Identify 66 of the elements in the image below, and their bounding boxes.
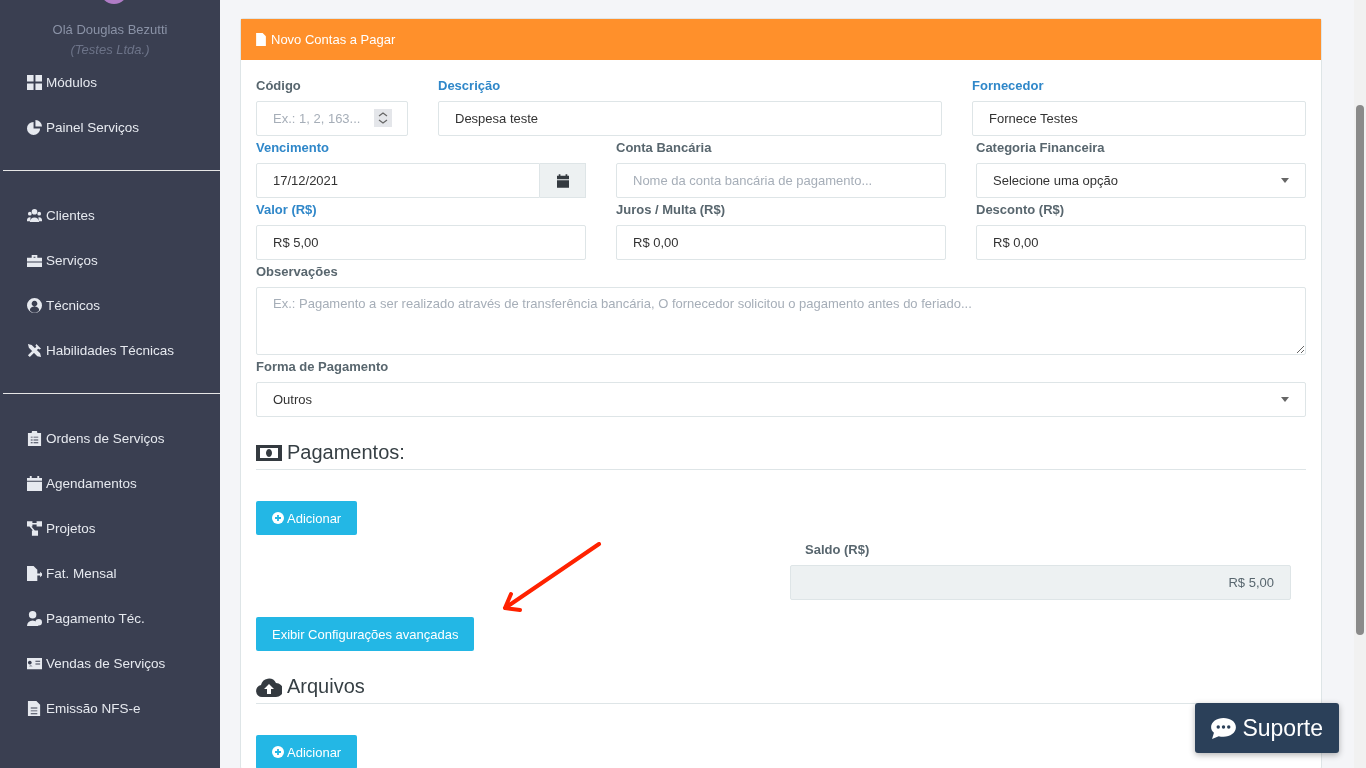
nav-item[interactable]: Painel Serviços [27,105,140,150]
clipboard-icon [27,431,42,446]
field-label: Categoria Financeira [976,140,1106,156]
plus-circle-icon [272,512,284,524]
nav-item[interactable]: Técnicos [27,283,101,328]
nav-item[interactable]: Habilidades Técnicas [27,328,175,373]
cloud-upload-icon [256,676,282,697]
file-export-icon [27,566,42,581]
nav-item[interactable]: Clientes [27,193,95,238]
field-label: Conta Bancária [616,140,713,156]
text-field[interactable]: R$ 0,00 [976,225,1306,260]
user-clock-icon [27,611,42,626]
support-button[interactable]: Suporte [1195,703,1339,753]
field-label: Valor (R$) [256,202,318,218]
select-field[interactable]: Outros [256,382,1306,417]
chat-icon [1211,717,1237,739]
file-icon [27,701,42,716]
nodes-icon [27,521,42,536]
scrollbar[interactable] [1354,0,1366,768]
date-field[interactable]: 17/12/2021 [256,163,540,198]
nav-item[interactable]: Vendas de Serviços [27,641,166,686]
calendar-button[interactable] [540,163,586,198]
caret-icon [1281,397,1289,402]
field-label: Saldo (R$) [805,542,871,558]
text-field[interactable]: Despesa teste [438,101,942,136]
card-title: Novo Contas a Pagar [271,32,396,47]
text-field[interactable]: R$ 0,00 [616,225,946,260]
section-title: Pagamentos: [287,441,405,464]
text-area[interactable]: Ex.: Pagamento a ser realizado através de transferência bancária, O fornecedor solicitou o pagamento antes do feriado... [256,287,1306,355]
plus-circle-icon [272,746,284,758]
grid-icon [27,75,42,90]
nav-item[interactable]: Fat. Mensal [27,551,117,596]
text-field[interactable]: R$ 5,00 [256,225,586,260]
text-field[interactable]: Nome da conta bancária de pagamento... [616,163,946,198]
nav-item[interactable]: Agendamentos [27,461,137,506]
money-bill-icon [256,444,282,461]
field-label: Fornecedor [972,78,1045,94]
spinner-icon[interactable] [374,109,392,127]
document-icon [256,33,266,46]
select-field[interactable]: Selecione uma opção [976,163,1306,198]
nav-item[interactable]: Serviços [27,238,98,283]
nav-item[interactable]: Projetos [27,506,96,551]
tools-icon [27,343,42,358]
caret-icon [1281,178,1289,183]
greeting-text: Olá Douglas Bezutti [51,22,169,38]
users-icon [27,208,42,223]
nav-item[interactable]: Ordens de Serviços [27,416,165,461]
nav-item[interactable]: Pagamento Téc. [27,596,145,641]
calendar-icon [27,476,42,491]
balance-field: R$ 5,00 [790,565,1291,600]
field-label: Descrição [438,78,502,94]
field-label: Vencimento [256,140,330,156]
text-field[interactable]: Fornece Testes [972,101,1306,136]
field-label: Juros / Multa (R$) [616,202,727,218]
briefcase-icon [27,253,42,268]
calendar-icon [556,173,569,188]
number-field[interactable]: Ex.: 1, 2, 163... [256,101,408,136]
pie-icon [27,120,42,135]
field-label: Código [256,78,302,94]
field-label: Desconto (R$) [976,202,1066,218]
nav-item[interactable]: Emissão NFS-e [27,686,141,731]
nav-item[interactable]: Módulos [27,60,98,105]
field-label: Forma de Pagamento [256,359,390,375]
field-label: Observações [256,264,339,280]
section-title: Arquivos [287,675,365,698]
id-card-icon [27,656,42,671]
